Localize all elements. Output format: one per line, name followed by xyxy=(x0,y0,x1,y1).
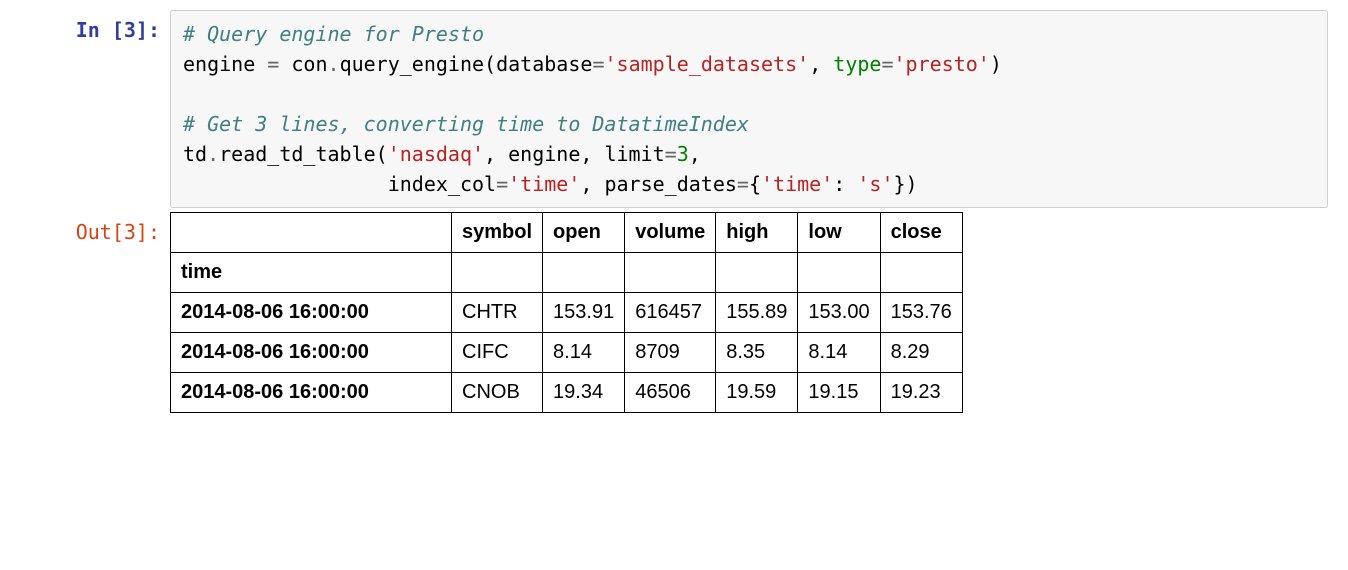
dataframe-table: symbol open volume high low close time xyxy=(170,212,963,413)
table-row: 2014-08-06 16:00:00 CNOB 19.34 46506 19.… xyxy=(171,373,963,413)
output-prompt: Out[3]: xyxy=(20,212,170,244)
cell: CIFC xyxy=(452,333,543,373)
cell: 19.15 xyxy=(798,373,880,413)
cell: 8.14 xyxy=(798,333,880,373)
code-input[interactable]: # Query engine for Presto engine = con.q… xyxy=(170,10,1328,208)
cell: 8.14 xyxy=(543,333,625,373)
cell: 8709 xyxy=(625,333,716,373)
table-row: 2014-08-06 16:00:00 CIFC 8.14 8709 8.35 … xyxy=(171,333,963,373)
input-prompt: In [3]: xyxy=(20,10,170,42)
output-cell: Out[3]: symbol open volume high low clos… xyxy=(20,212,1328,413)
cell: 46506 xyxy=(625,373,716,413)
cell: CHTR xyxy=(452,293,543,333)
cell: 153.76 xyxy=(880,293,962,333)
cell: 19.34 xyxy=(543,373,625,413)
cell: 8.35 xyxy=(716,333,798,373)
input-prompt-label: In [3]: xyxy=(76,18,160,42)
input-cell: In [3]: # Query engine for Presto engine… xyxy=(20,10,1328,208)
col-header: high xyxy=(716,213,798,253)
cell: 19.59 xyxy=(716,373,798,413)
cell: 616457 xyxy=(625,293,716,333)
index-name: time xyxy=(171,253,452,293)
cell: 8.29 xyxy=(880,333,962,373)
cell: 153.00 xyxy=(798,293,880,333)
col-header: symbol xyxy=(452,213,543,253)
row-index: 2014-08-06 16:00:00 xyxy=(171,293,452,333)
col-header: open xyxy=(543,213,625,253)
output-prompt-label: Out[3]: xyxy=(76,220,160,244)
output-area: symbol open volume high low close time xyxy=(170,212,1328,413)
cell: 155.89 xyxy=(716,293,798,333)
table-row: 2014-08-06 16:00:00 CHTR 153.91 616457 1… xyxy=(171,293,963,333)
row-index: 2014-08-06 16:00:00 xyxy=(171,373,452,413)
cell: 19.23 xyxy=(880,373,962,413)
cell: CNOB xyxy=(452,373,543,413)
col-header: low xyxy=(798,213,880,253)
code-comment: # Query engine for Presto xyxy=(183,22,484,46)
table-index-name-row: time xyxy=(171,253,963,293)
table-header-row: symbol open volume high low close xyxy=(171,213,963,253)
row-index: 2014-08-06 16:00:00 xyxy=(171,333,452,373)
blank-header xyxy=(171,213,452,253)
col-header: close xyxy=(880,213,962,253)
cell: 153.91 xyxy=(543,293,625,333)
col-header: volume xyxy=(625,213,716,253)
code-comment: # Get 3 lines, converting time to Datati… xyxy=(183,112,749,136)
